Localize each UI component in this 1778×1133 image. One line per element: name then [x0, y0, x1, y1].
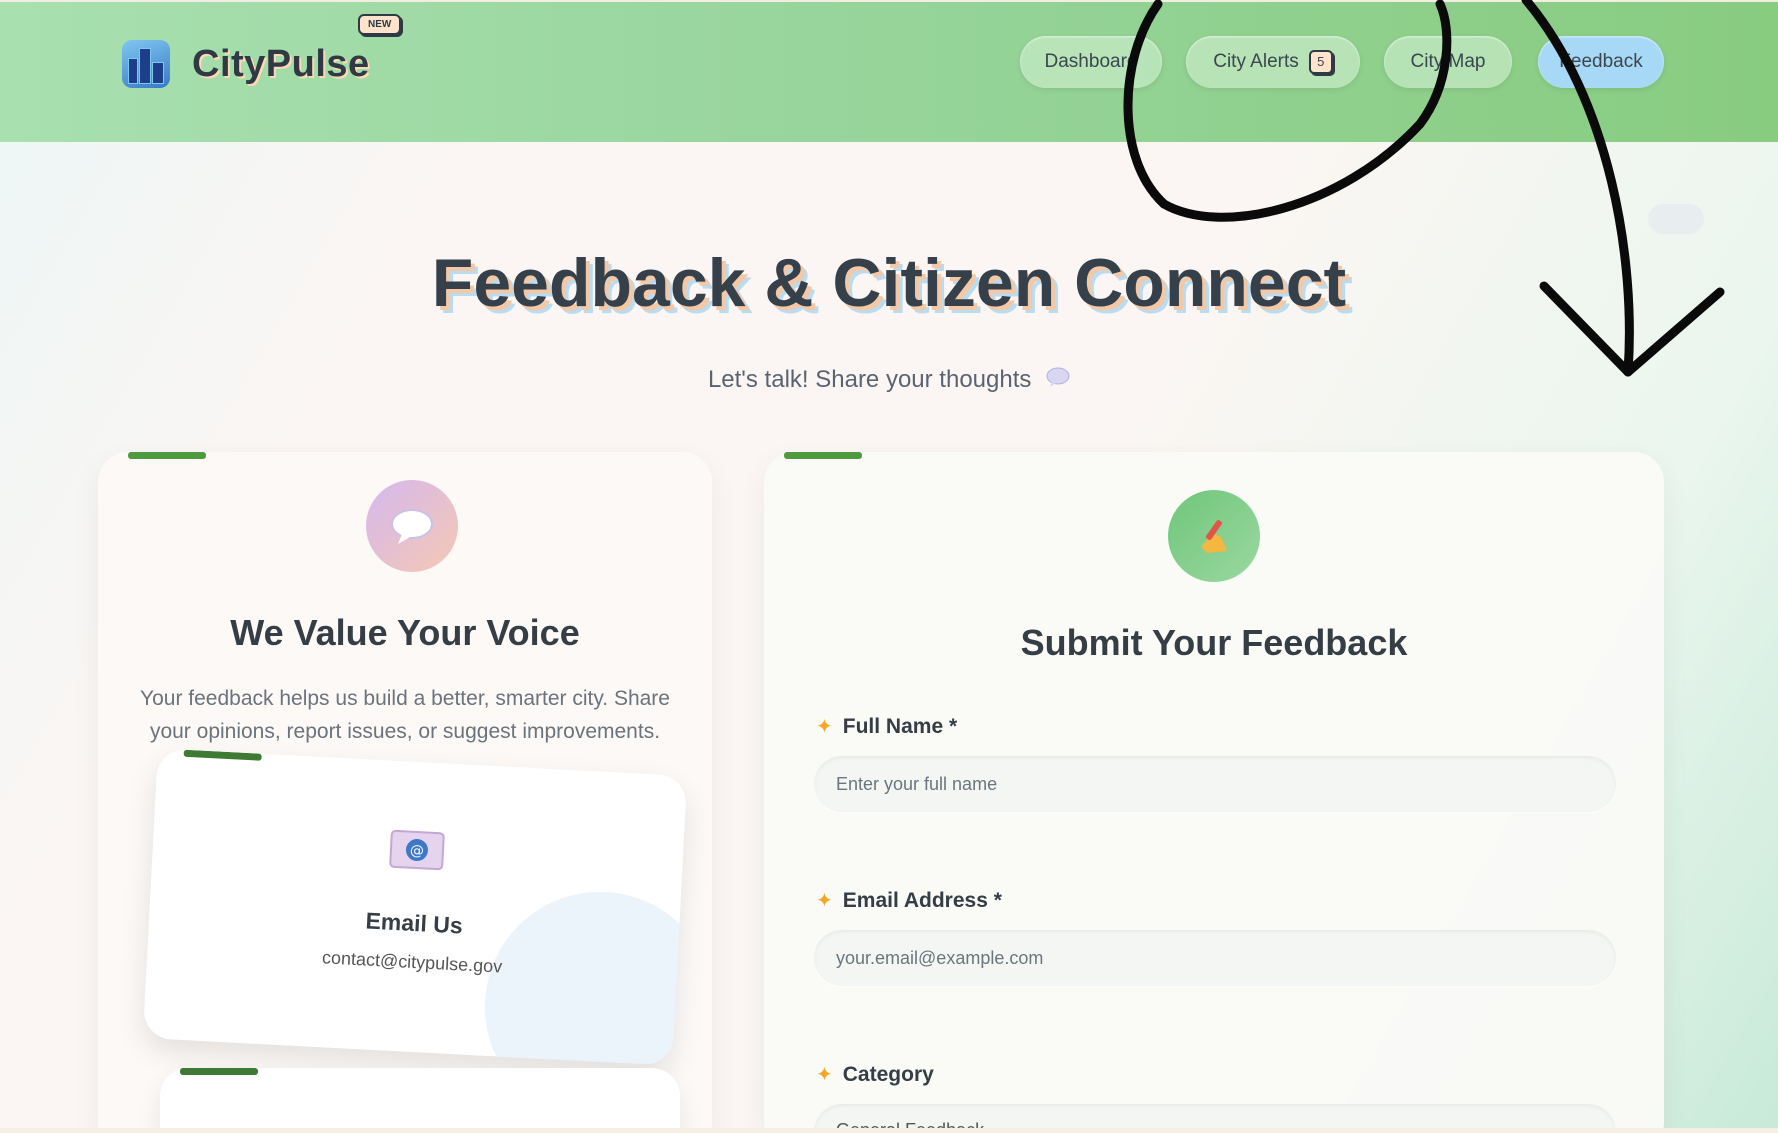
nav-city-alerts[interactable]: City Alerts 5 — [1186, 36, 1360, 88]
nav-city-map-label: City Map — [1410, 51, 1486, 72]
nav-feedback[interactable]: Feedback — [1538, 36, 1664, 88]
sparkle-icon: ✦ — [816, 1064, 833, 1086]
category-label: ✦ Category — [816, 1062, 934, 1087]
card-accent-bar — [180, 1068, 258, 1075]
new-badge: NEW — [358, 14, 402, 35]
nav-dashboard-label: Dashboard — [1044, 51, 1138, 72]
city-buildings-icon — [122, 40, 170, 88]
alert-count-badge: 5 — [1308, 50, 1333, 74]
brand-name: CityPulse — [192, 42, 370, 85]
info-card-description: Your feedback helps us build a better, s… — [120, 682, 690, 748]
nav-feedback-label: Feedback — [1559, 51, 1643, 72]
svg-text:@: @ — [410, 843, 425, 860]
top-header: CityPulse NEW Dashboard City Alerts 5 Ci… — [0, 0, 1778, 142]
sparkle-icon: ✦ — [816, 890, 833, 912]
nav-city-map[interactable]: City Map — [1384, 36, 1512, 88]
email-label-text: Email Address * — [842, 888, 1002, 912]
category-label-text: Category — [842, 1062, 934, 1086]
email-icon: @ — [388, 827, 446, 879]
email-input[interactable] — [814, 930, 1616, 986]
full-name-input[interactable] — [814, 756, 1616, 812]
speech-bubble-icon — [366, 480, 458, 572]
brand[interactable]: CityPulse — [122, 40, 370, 88]
full-name-label: ✦ Full Name * — [816, 714, 957, 739]
writing-hand-icon — [1168, 490, 1260, 582]
page-title: Feedback & Citizen Connect — [431, 245, 1347, 321]
info-card-description-line1: Your feedback helps us build a better, s… — [140, 687, 670, 710]
page-subtitle-text: Let's talk! Share your thoughts — [707, 366, 1032, 393]
email-label: ✦ Email Address * — [816, 888, 1002, 913]
info-card-title: We Value Your Voice — [230, 612, 580, 653]
speech-bubble-icon — [1046, 366, 1070, 393]
feedback-form-title: Submit Your Feedback — [1020, 622, 1408, 663]
card-accent-bar — [784, 452, 862, 459]
contact-card-email[interactable]: @ Email Us contact@citypulse.gov — [142, 748, 688, 1066]
sparkle-icon: ✦ — [816, 716, 833, 738]
bottom-strip — [0, 1128, 1778, 1133]
page-subtitle: Let's talk! Share your thoughts — [0, 366, 1778, 394]
nav-city-alerts-label: City Alerts — [1213, 51, 1299, 72]
nav-dashboard[interactable]: Dashboard — [1020, 36, 1162, 88]
card-accent-bar — [128, 452, 206, 459]
decorative-pill — [1648, 204, 1704, 234]
full-name-label-text: Full Name * — [842, 714, 958, 738]
contact-card-next[interactable] — [160, 1068, 680, 1133]
info-card-description-line2: your opinions, report issues, or suggest… — [149, 720, 661, 743]
